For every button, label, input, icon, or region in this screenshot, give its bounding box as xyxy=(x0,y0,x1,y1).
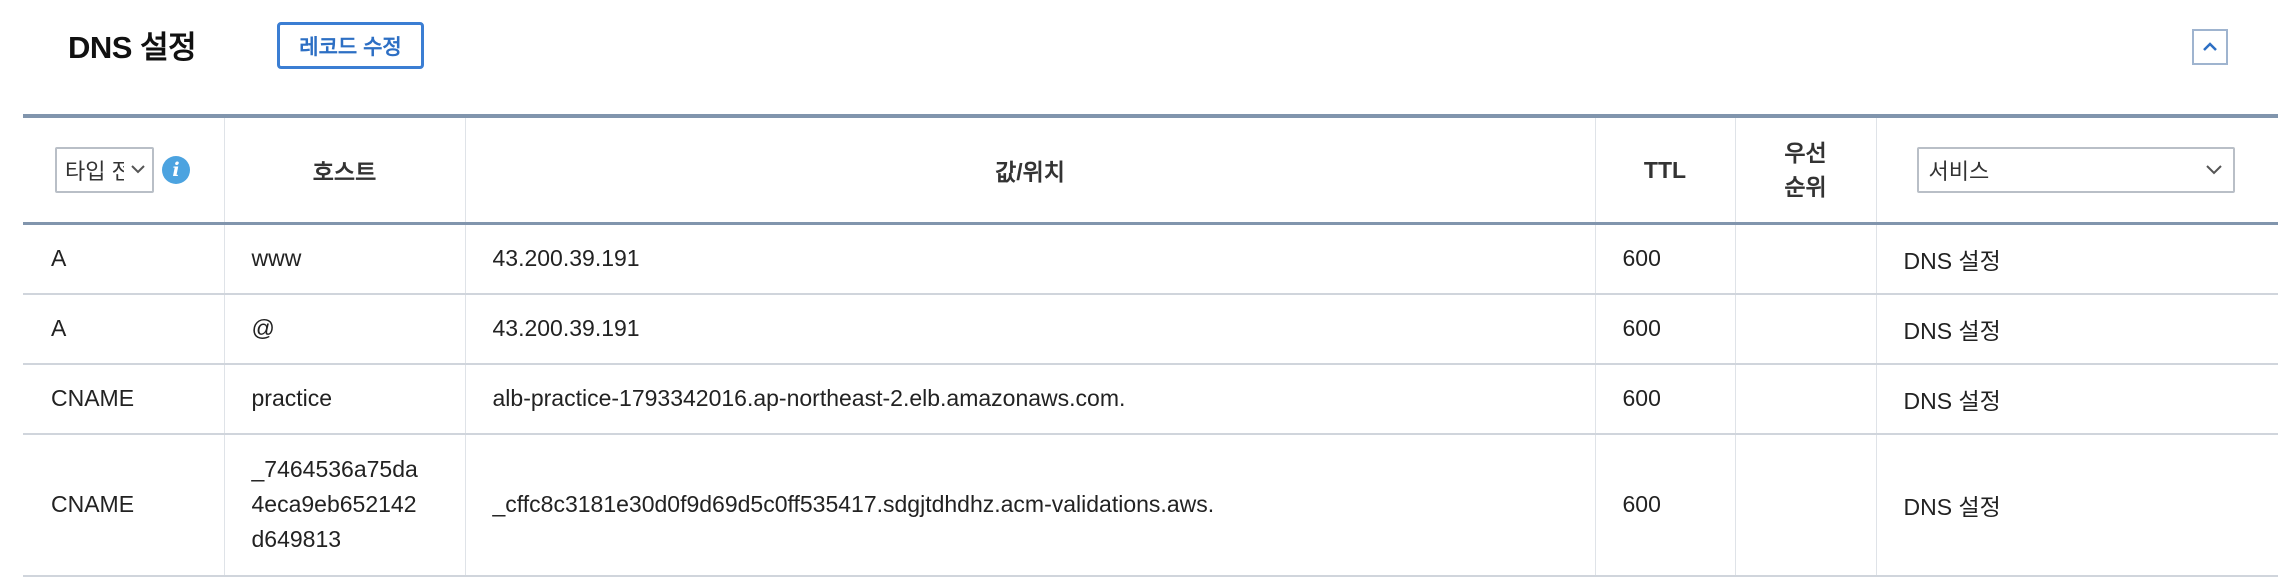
record-ttl: 600 xyxy=(1594,433,1735,577)
record-type: A xyxy=(23,293,224,365)
record-host: practice xyxy=(223,363,465,435)
record-host-line: 4eca9eb652142 xyxy=(251,491,417,517)
record-service: DNS 설정 xyxy=(1875,363,2278,435)
record-priority xyxy=(1734,293,1876,365)
collapse-button[interactable] xyxy=(2192,29,2228,65)
record-host: _7464536a75da 4eca9eb652142 d649813 xyxy=(223,433,465,577)
record-value: alb-practice-1793342016.ap-northeast-2.e… xyxy=(464,363,1595,435)
chevron-down-icon xyxy=(131,165,145,174)
record-type: CNAME xyxy=(23,363,224,435)
record-host: @ xyxy=(223,293,465,365)
record-value: 43.200.39.191 xyxy=(464,223,1595,295)
priority-column-header: 우선 순위 xyxy=(1734,116,1876,224)
priority-header-line2: 순위 xyxy=(1784,174,1827,200)
record-priority xyxy=(1734,223,1876,295)
record-ttl: 600 xyxy=(1594,363,1735,435)
ttl-column-header: TTL xyxy=(1594,116,1735,224)
record-service: DNS 설정 xyxy=(1875,433,2278,577)
record-host-line: d649813 xyxy=(251,526,342,552)
service-filter-select[interactable]: 서비스 xyxy=(1916,147,2235,193)
record-value: 43.200.39.191 xyxy=(464,293,1595,365)
table-row[interactable]: CNAME practice alb-practice-1793342016.a… xyxy=(23,363,2278,435)
record-value: _cffc8c3181e30d0f9d69d5c0ff535417.sdgjtd… xyxy=(464,433,1595,577)
service-filter-value: 서비스 xyxy=(1928,159,1990,184)
section-title: DNS 설정 xyxy=(68,30,197,65)
info-icon[interactable]: i xyxy=(162,156,190,184)
value-column-header: 값/위치 xyxy=(464,116,1595,224)
table-row[interactable]: A www 43.200.39.191 600 DNS 설정 xyxy=(23,223,2278,295)
edit-records-button[interactable]: 레코드 수정 xyxy=(277,22,424,69)
chevron-up-icon xyxy=(2203,42,2217,51)
table-row[interactable]: CNAME _7464536a75da 4eca9eb652142 d64981… xyxy=(23,433,2278,577)
record-type: CNAME xyxy=(23,433,224,577)
priority-header-line1: 우선 xyxy=(1784,140,1827,166)
record-priority xyxy=(1734,363,1876,435)
record-priority xyxy=(1734,433,1876,577)
record-ttl: 600 xyxy=(1594,223,1735,295)
type-filter-select[interactable]: 타입 전체 xyxy=(55,147,154,193)
type-column-header: 타입 전체 i xyxy=(23,116,224,224)
record-host-line: _7464536a75da xyxy=(251,456,418,482)
dns-records-table: 타입 전체 i 호스트 값/위치 TTL 우선 순위 서비스 A www 43.… xyxy=(23,114,2278,577)
record-host: www xyxy=(223,223,465,295)
record-type: A xyxy=(23,223,224,295)
table-row[interactable]: A @ 43.200.39.191 600 DNS 설정 xyxy=(23,293,2278,365)
record-service: DNS 설정 xyxy=(1875,293,2278,365)
table-header-row: 타입 전체 i 호스트 값/위치 TTL 우선 순위 서비스 xyxy=(23,116,2278,224)
service-column-header: 서비스 xyxy=(1875,116,2278,224)
host-column-header: 호스트 xyxy=(223,116,465,224)
chevron-down-icon xyxy=(2205,165,2222,175)
record-ttl: 600 xyxy=(1594,293,1735,365)
record-service: DNS 설정 xyxy=(1875,223,2278,295)
